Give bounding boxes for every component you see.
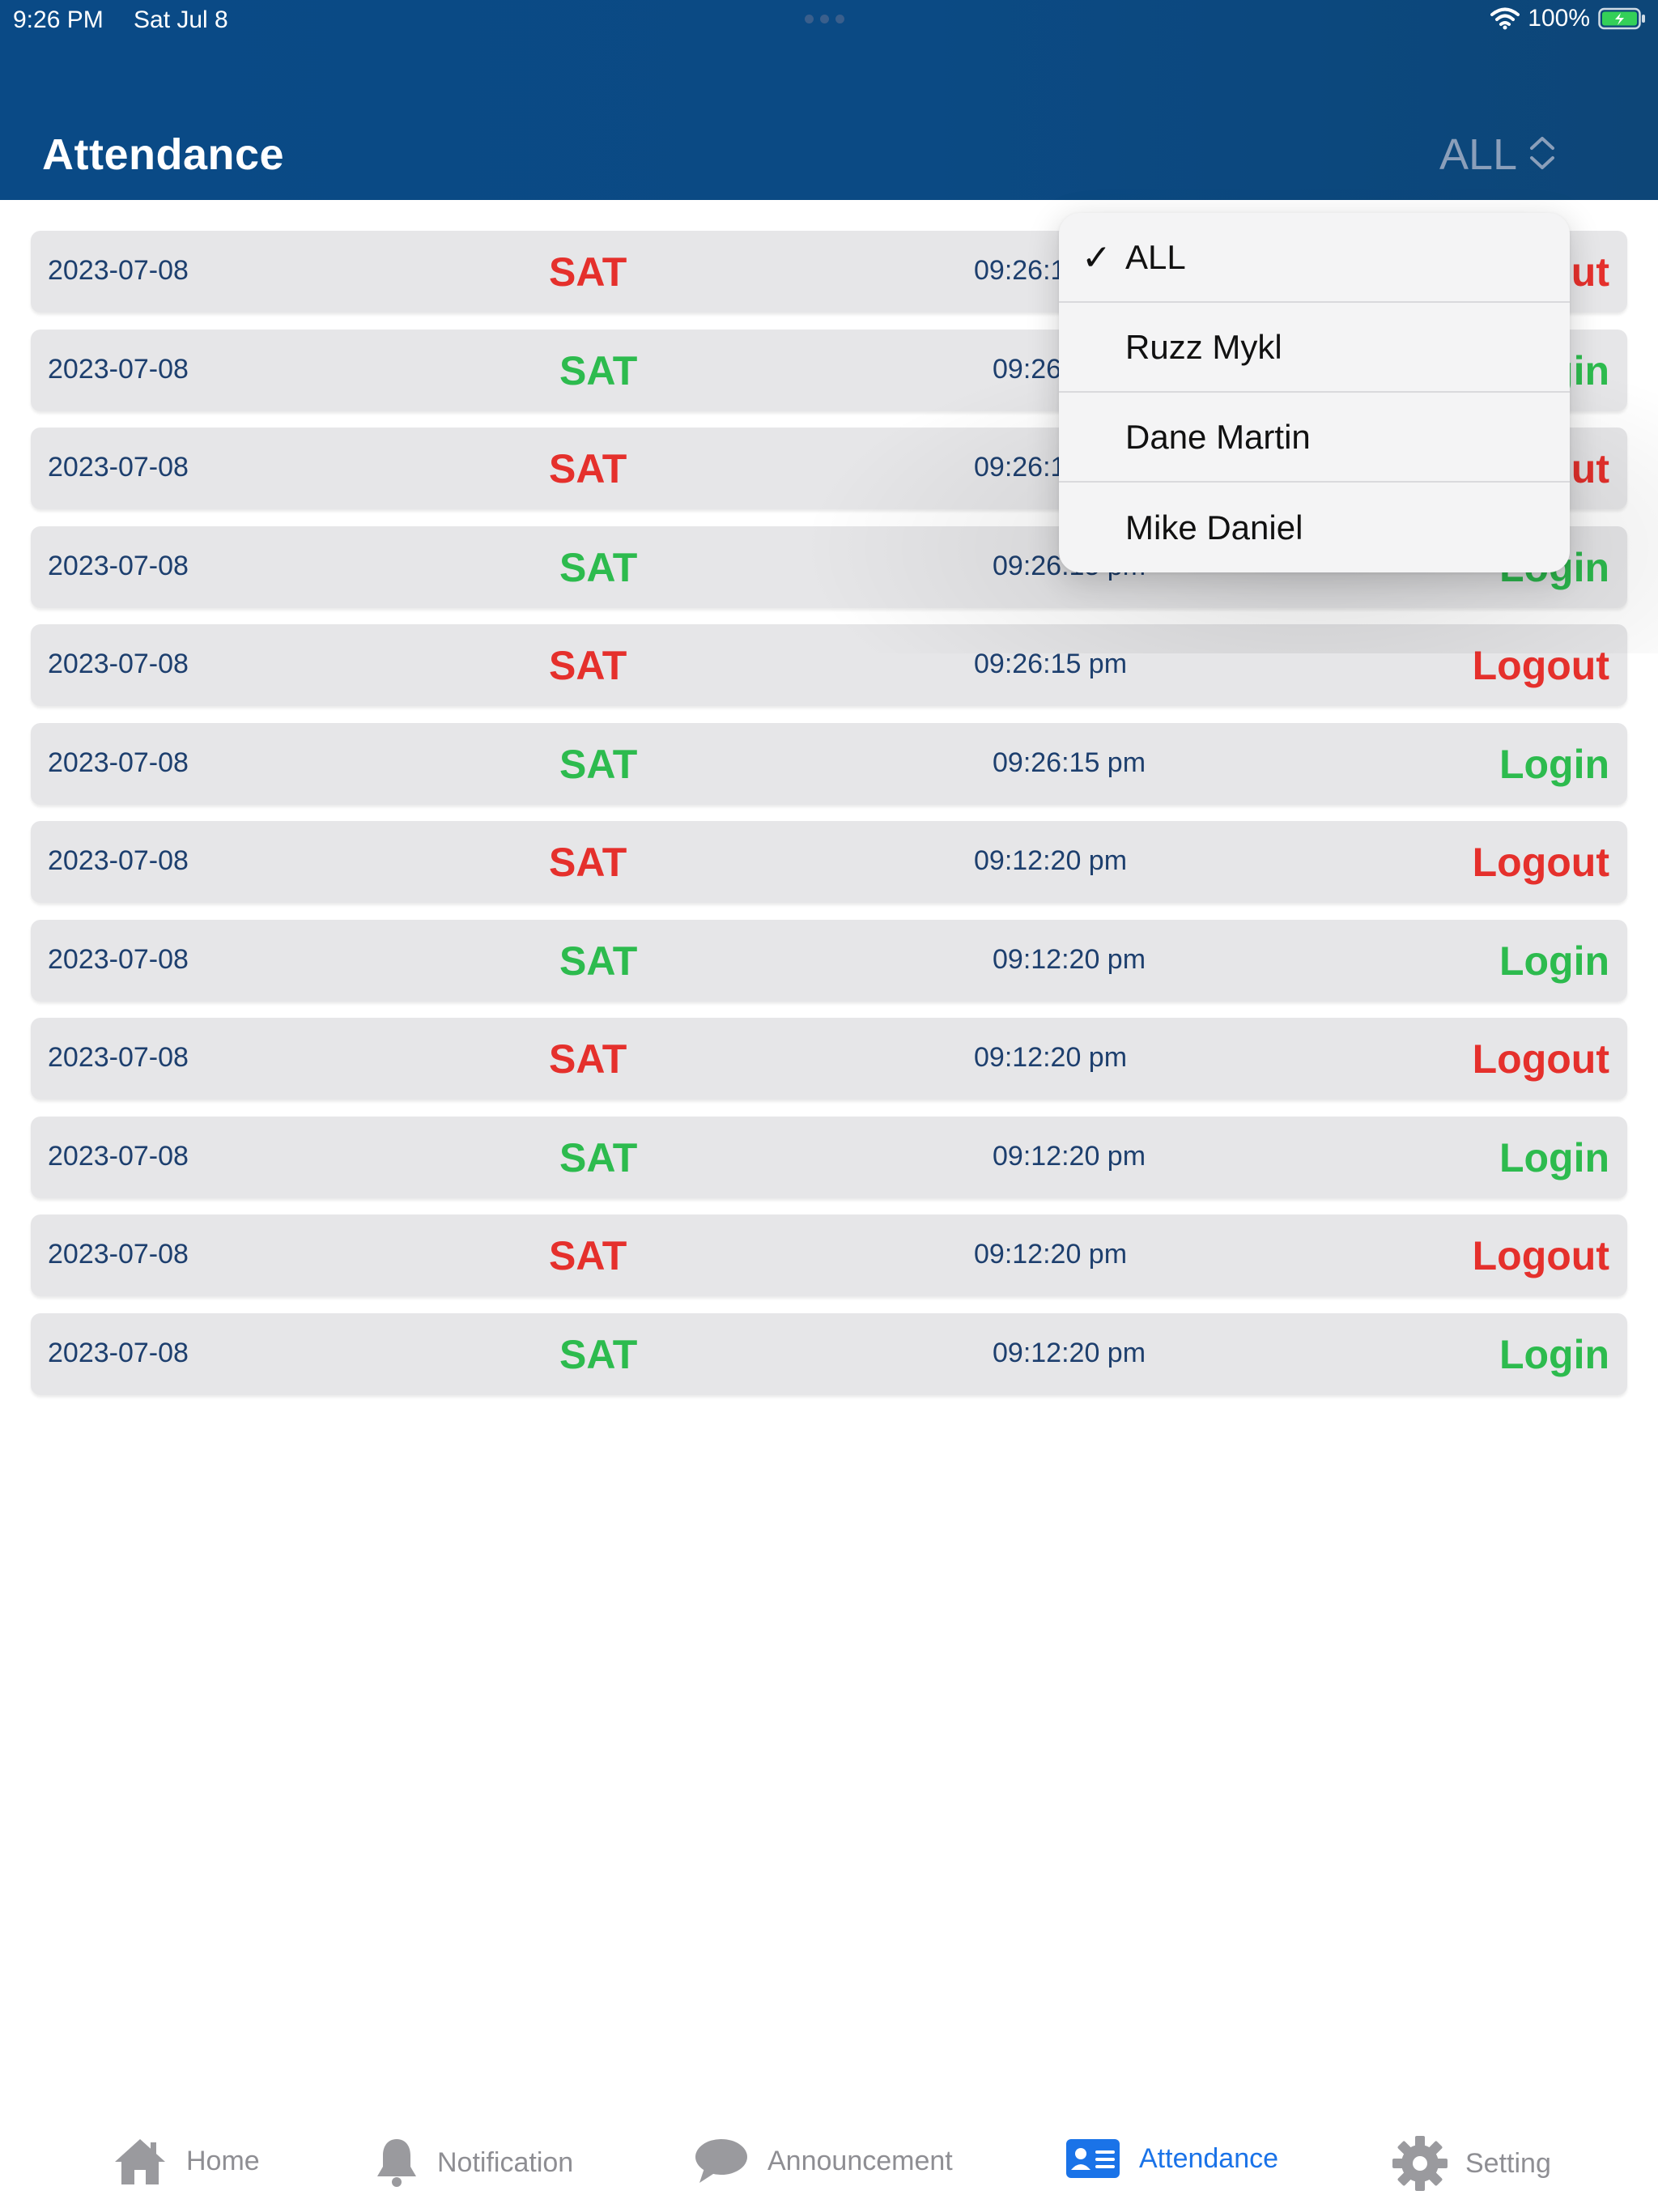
row-date: 2023-07-08 [48,943,189,975]
gear-icon [1392,2136,1448,2191]
row-date: 2023-07-08 [48,747,189,778]
row-time: 09:12:20 pm [974,1239,1128,1270]
attendance-row[interactable]: 2023-07-08 SAT 09:12:20 pm Logout [31,1018,1627,1100]
tab-label: Announcement [767,2145,953,2176]
row-type: Login [1499,741,1609,787]
row-day: SAT [549,840,627,885]
row-time: 09:26:15 pm [974,649,1128,679]
row-day: SAT [559,1134,638,1180]
row-day: SAT [559,741,638,787]
row-type: Login [1499,1134,1609,1180]
row-time: 09:12:20 pm [993,943,1146,975]
dropdown-option[interactable]: ✓ ALL [1059,213,1570,303]
wifi-icon [1490,7,1520,30]
row-date: 2023-07-08 [48,845,189,876]
tab-setting[interactable]: Setting [1392,2136,1551,2191]
row-time: 09:12:20 pm [974,1042,1128,1073]
attendance-row[interactable]: 2023-07-08 SAT 09:12:20 pm Login [31,1116,1627,1198]
tab-notification[interactable]: Notification [374,2136,573,2189]
tab-label: Home [186,2145,260,2176]
dropdown-option-label: Ruzz Mykl [1125,327,1282,366]
filter-value: ALL [1439,130,1518,179]
row-type: Login [1499,1331,1609,1377]
tab-label: Notification [437,2146,574,2178]
dropdown-option-label: Dane Martin [1125,417,1311,456]
row-type: Logout [1472,840,1609,885]
row-time: 09:12:20 pm [993,1337,1146,1368]
chevron-up-down-icon [1528,135,1556,175]
bell-icon [374,2136,419,2189]
tab-attendance[interactable]: Attendance [1065,2136,1278,2181]
attendance-row[interactable]: 2023-07-08 SAT 09:12:20 pm Login [31,1312,1627,1395]
row-day: SAT [549,446,627,491]
header-bar: 9:26 PM Sat Jul 8 100% Attendance ALL [0,0,1658,200]
tab-announcement[interactable]: Announcement [693,2136,953,2186]
home-icon [112,2136,168,2186]
attendance-row[interactable]: 2023-07-08 SAT 09:12:20 pm Logout [31,821,1627,903]
attendance-row[interactable]: 2023-07-08 SAT 09:12:20 pm Login [31,919,1627,1002]
user-filter-dropdown: ✓ ALL Ruzz Mykl Dane Martin Mike Daniel [1059,213,1570,572]
row-date: 2023-07-08 [48,452,189,483]
row-day: SAT [559,938,638,984]
row-date: 2023-07-08 [48,1042,189,1073]
row-day: SAT [549,249,627,295]
tab-label: Setting [1465,2147,1551,2179]
row-day: SAT [549,1036,627,1082]
row-type: Logout [1472,1233,1609,1278]
row-day: SAT [549,1233,627,1278]
row-date: 2023-07-08 [48,1337,189,1368]
row-date: 2023-07-08 [48,649,189,679]
row-type: Login [1499,938,1609,984]
row-date: 2023-07-08 [48,1239,189,1270]
tab-label: Attendance [1139,2142,1279,2174]
row-day: SAT [559,1331,638,1377]
status-time: 9:26 PM [13,6,104,33]
multitasking-dots-icon[interactable] [805,15,844,23]
row-type: Logout [1472,643,1609,688]
battery-charging-icon [1598,6,1647,31]
row-date: 2023-07-08 [48,550,189,581]
row-day: SAT [549,643,627,688]
attendance-row[interactable]: 2023-07-08 SAT 09:12:20 pm Logout [31,1214,1627,1296]
user-filter-select[interactable]: ALL [1439,130,1556,180]
row-date: 2023-07-08 [48,255,189,286]
dropdown-option[interactable]: Mike Daniel [1059,483,1570,572]
row-time: 09:26:15 pm [993,747,1146,778]
row-time: 09:12:20 pm [993,1140,1146,1172]
tab-bar: Home Notification Announcement Attendance Se… [0,2105,1658,2212]
tab-home[interactable]: Home [112,2136,260,2186]
row-date: 2023-07-08 [48,1140,189,1172]
row-time: 09:12:20 pm [974,845,1128,876]
attendance-row[interactable]: 2023-07-08 SAT 09:26:15 pm Logout [31,624,1627,706]
checkmark-icon: ✓ [1082,238,1112,278]
attendance-row[interactable]: 2023-07-08 SAT 09:26:15 pm Login [31,722,1627,805]
page-title: Attendance [42,130,285,179]
dropdown-option-label: ALL [1125,237,1186,276]
row-type: Logout [1472,1036,1609,1082]
id-card-icon [1065,2136,1121,2181]
status-right: 100% [1490,5,1647,32]
dropdown-option-label: Mike Daniel [1125,508,1303,547]
battery-percent: 100% [1528,5,1590,32]
attendance-screen: 9:26 PM Sat Jul 8 100% Attendance ALL 20… [0,0,1658,2212]
speech-bubble-icon [693,2136,750,2186]
row-day: SAT [559,347,638,393]
row-day: SAT [559,544,638,590]
status-date: Sat Jul 8 [134,6,228,33]
dropdown-option[interactable]: Dane Martin [1059,393,1570,483]
row-date: 2023-07-08 [48,353,189,385]
dropdown-option[interactable]: Ruzz Mykl [1059,303,1570,393]
